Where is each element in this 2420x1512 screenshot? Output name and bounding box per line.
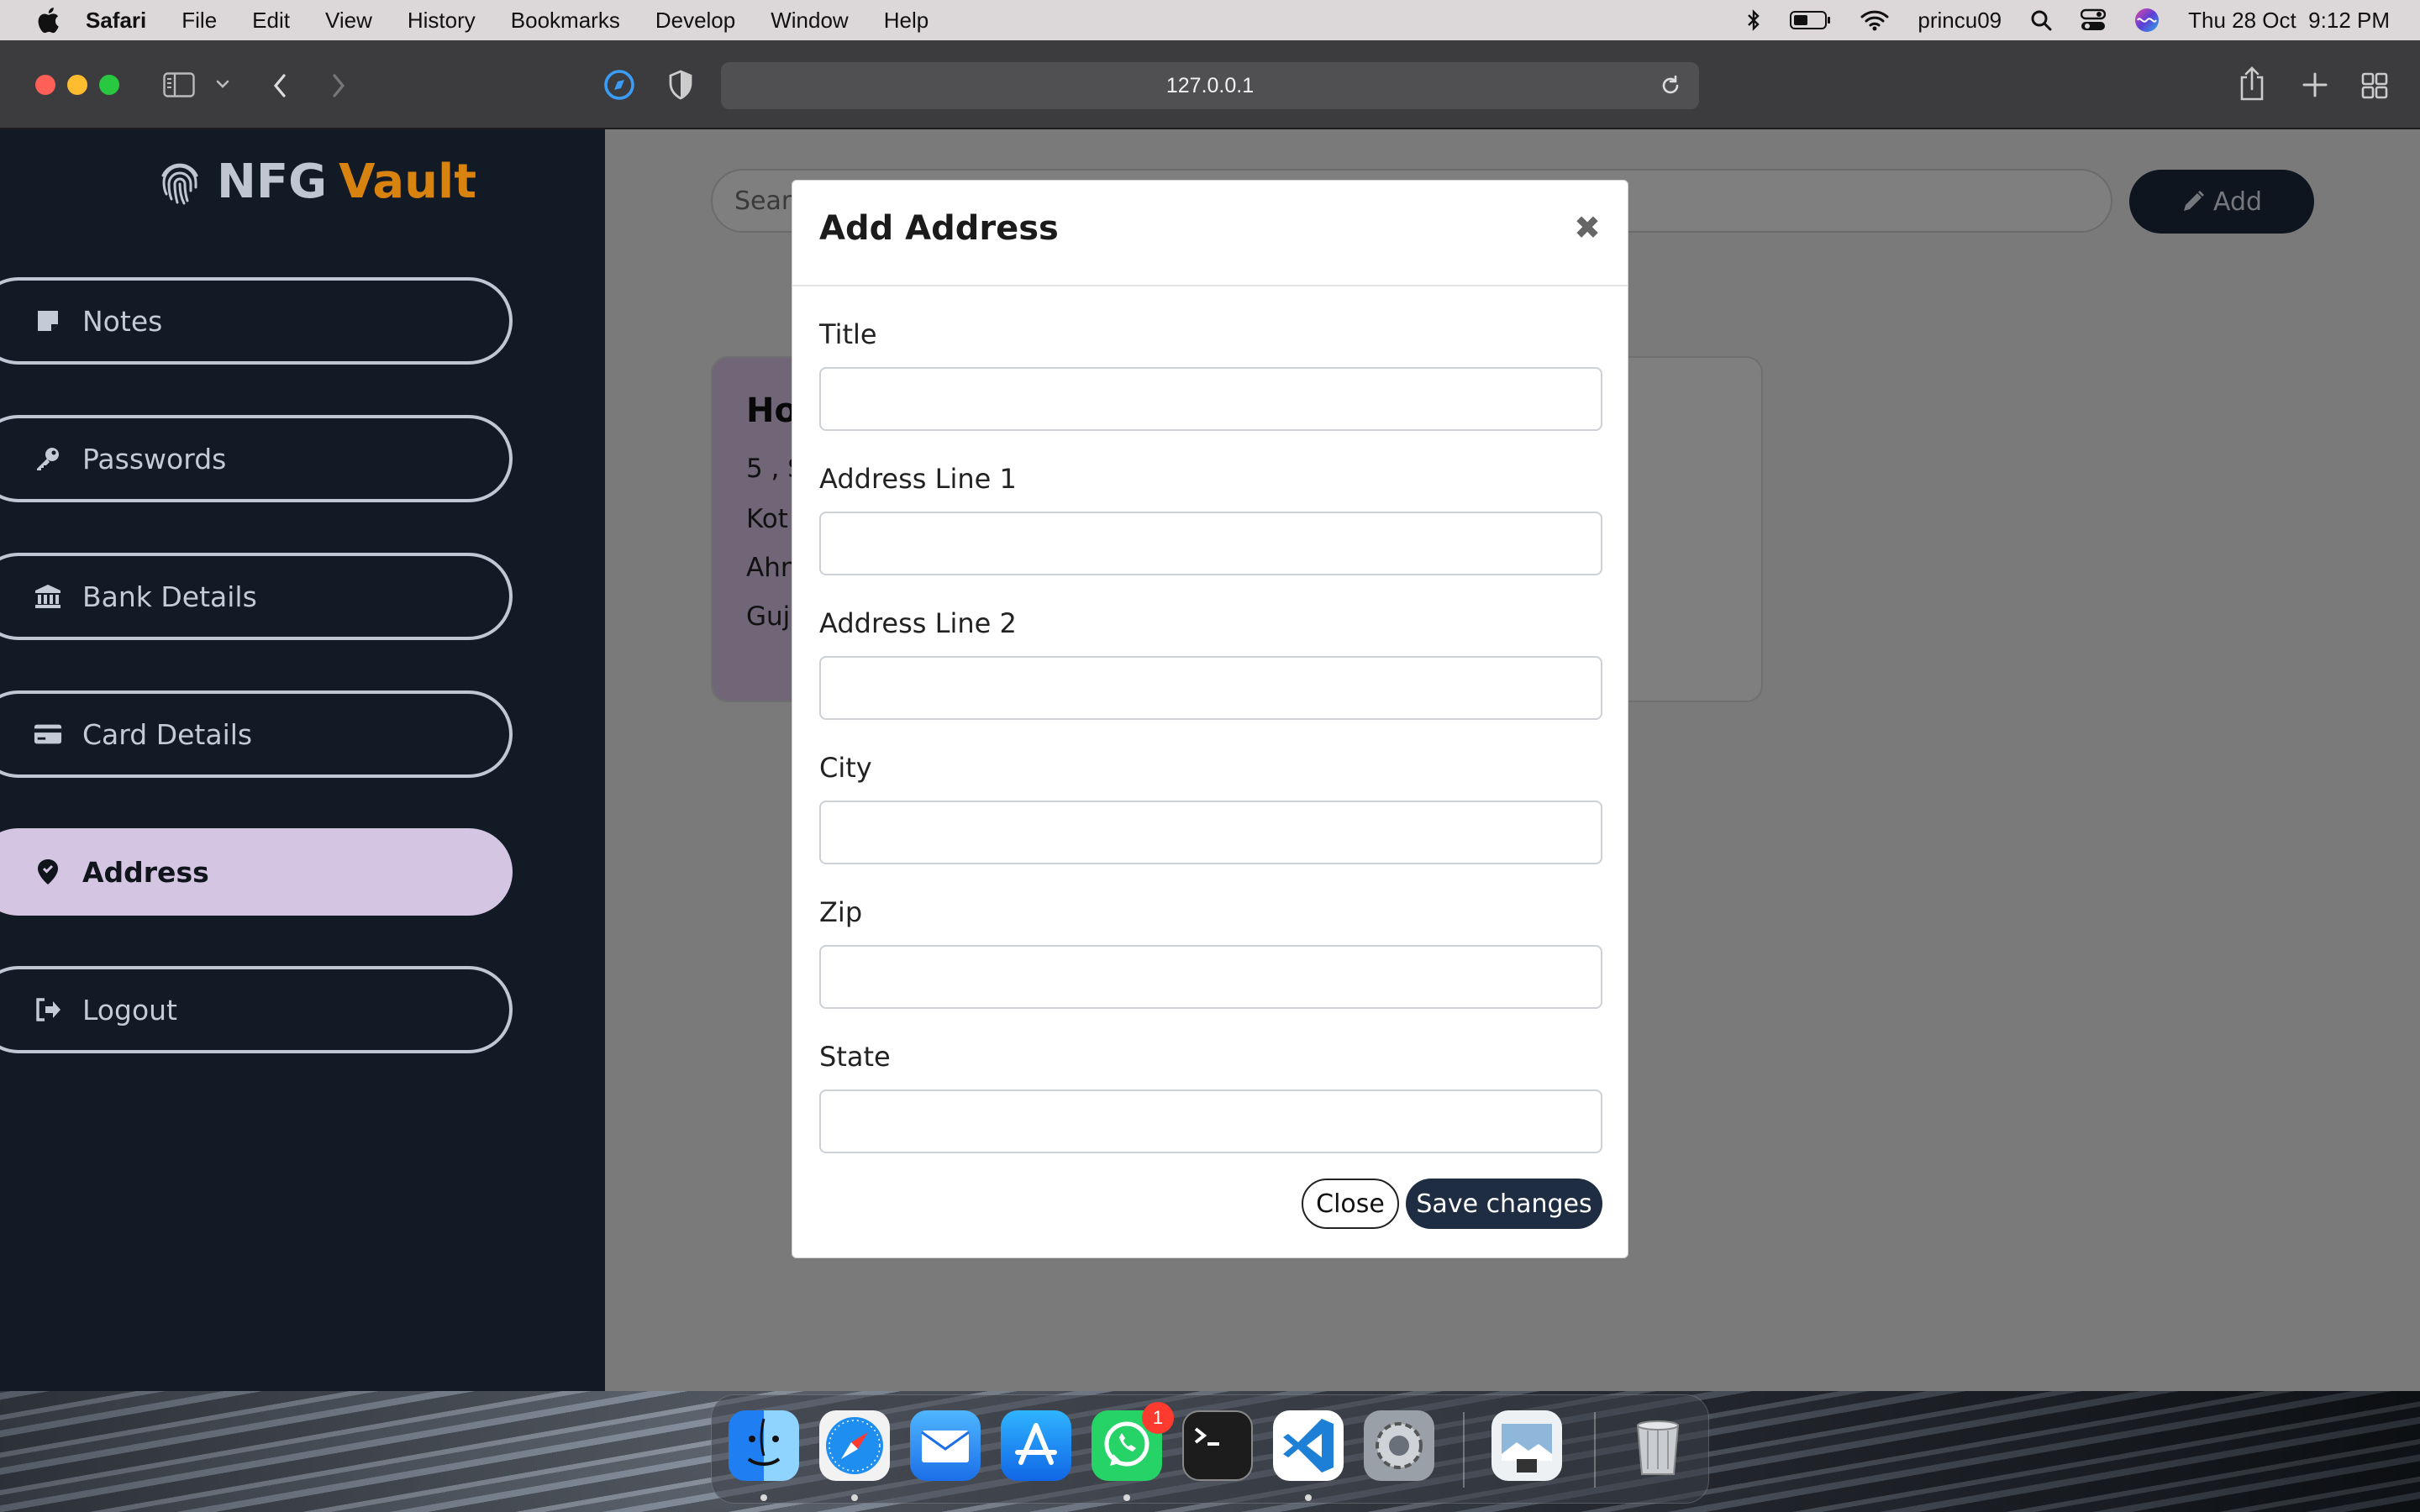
menu-help[interactable]: Help [884,8,929,34]
brand-name-part1: NFG [217,155,328,209]
menu-view[interactable]: View [325,8,372,34]
sidebar-item-label: Passwords [82,442,227,475]
sidebar-item-address[interactable]: Address [0,828,513,916]
app-store-icon[interactable] [1001,1410,1071,1481]
dock-separator [1463,1412,1465,1488]
menu-history[interactable]: History [408,8,476,34]
running-indicator [1123,1494,1130,1501]
running-indicator [1305,1494,1312,1501]
credit-card-icon [34,720,62,748]
system-preferences-icon[interactable] [1364,1410,1434,1481]
dock: 1 [711,1394,1709,1504]
sidebar-item-label: Bank Details [82,580,257,613]
apple-menu-icon[interactable] [35,7,60,34]
wifi-icon[interactable] [1860,9,1889,31]
terminal-icon[interactable] [1182,1410,1253,1481]
finder-icon[interactable] [729,1410,799,1481]
battery-icon[interactable] [1790,10,1832,30]
privacy-compass-icon[interactable] [603,69,635,101]
zip-input[interactable] [819,945,1602,1009]
running-indicator [851,1494,858,1501]
sidebar-item-label: Notes [82,304,163,338]
sidebar-item-label: Logout [82,993,177,1026]
new-tab-plus-icon[interactable] [2302,72,2328,97]
modal-title: Add Address [819,209,1059,248]
menu-develop[interactable]: Develop [655,8,735,34]
close-button[interactable]: Close [1302,1179,1399,1229]
city-input[interactable] [819,801,1602,864]
city-label: City [819,752,872,784]
state-input[interactable] [819,1089,1602,1153]
add-address-modal: Add Address ✖ Title Address Line 1 Addre… [792,180,1628,1258]
menu-file[interactable]: File [182,8,217,34]
back-arrow-icon[interactable] [271,72,289,99]
brand-name-part2: Vault [339,155,476,209]
bluetooth-icon[interactable] [1746,8,1761,32]
mail-icon[interactable] [910,1410,981,1481]
sidebar-toggle-icon[interactable] [163,72,195,97]
sidebar-item-passwords[interactable]: Passwords [0,415,513,502]
key-icon [34,444,62,473]
bank-icon [34,582,62,611]
address-line-1-input[interactable] [819,512,1602,575]
fullscreen-window-button[interactable] [99,75,119,95]
reload-icon[interactable] [1659,74,1682,97]
sidebar-item-card-details[interactable]: Card Details [0,690,513,778]
modal-header: Add Address ✖ [792,181,1628,286]
minimize-window-button[interactable] [67,75,87,95]
address-line-2-input[interactable] [819,656,1602,720]
web-page: NFG Vault Notes Passwords Bank Details C… [0,129,2420,1391]
brand-logo[interactable]: NFG Vault [155,155,476,209]
sidebar-item-bank-details[interactable]: Bank Details [0,553,513,640]
title-label: Title [819,318,877,350]
tab-overview-icon[interactable] [2361,72,2388,99]
shield-icon[interactable] [667,69,694,101]
logout-icon [34,995,62,1024]
menu-window[interactable]: Window [771,8,848,34]
map-pin-icon [34,858,62,886]
address-bar[interactable]: 127.0.0.1 [721,62,1699,109]
modal-close-icon[interactable]: ✖ [1574,209,1601,246]
spotlight-search-icon[interactable] [2030,9,2052,31]
vscode-icon[interactable] [1273,1410,1344,1481]
clock-label[interactable]: Thu 28 Oct 9:12 PM [2188,8,2390,34]
url-text: 127.0.0.1 [1165,73,1255,97]
note-icon [34,307,62,335]
state-label: State [819,1041,891,1073]
save-changes-button[interactable]: Save changes [1406,1179,1602,1229]
dock-separator [1594,1412,1596,1488]
fingerprint-icon [161,163,198,204]
menu-bookmarks[interactable]: Bookmarks [511,8,620,34]
share-icon[interactable] [2238,66,2265,101]
zip-label: Zip [819,896,863,928]
menu-app-name[interactable]: Safari [86,8,146,34]
address-line-1-label: Address Line 1 [819,463,1017,495]
sidebar: NFG Vault Notes Passwords Bank Details C… [0,129,605,1391]
safari-icon[interactable] [819,1410,890,1481]
sidebar-item-logout[interactable]: Logout [0,966,513,1053]
sidebar-item-notes[interactable]: Notes [0,277,513,365]
status-menus: princu09 Thu 28 Oct 9:12 PM [1746,0,2390,40]
browser-toolbar: 127.0.0.1 [0,40,2420,129]
notification-badge: 1 [1142,1402,1174,1434]
close-window-button[interactable] [35,75,55,95]
browser-window: 127.0.0.1 NFG Vault Notes Passwords Bank… [0,40,2420,1391]
menu-edit[interactable]: Edit [252,8,290,34]
address-line-2-label: Address Line 2 [819,607,1017,639]
sidebar-item-label: Address [82,855,209,889]
trash-icon[interactable] [1623,1410,1693,1481]
title-input[interactable] [819,367,1602,431]
chevron-down-icon[interactable] [215,79,230,89]
menu-bar: Safari File Edit View History Bookmarks … [0,0,2420,40]
control-center-icon[interactable] [2081,8,2107,32]
preview-icon[interactable] [1491,1410,1562,1481]
forward-arrow-icon[interactable] [329,72,348,99]
username-label[interactable]: princu09 [1918,8,2002,34]
running-indicator [760,1494,767,1501]
sidebar-item-label: Card Details [82,717,253,751]
siri-icon[interactable] [2134,8,2160,33]
